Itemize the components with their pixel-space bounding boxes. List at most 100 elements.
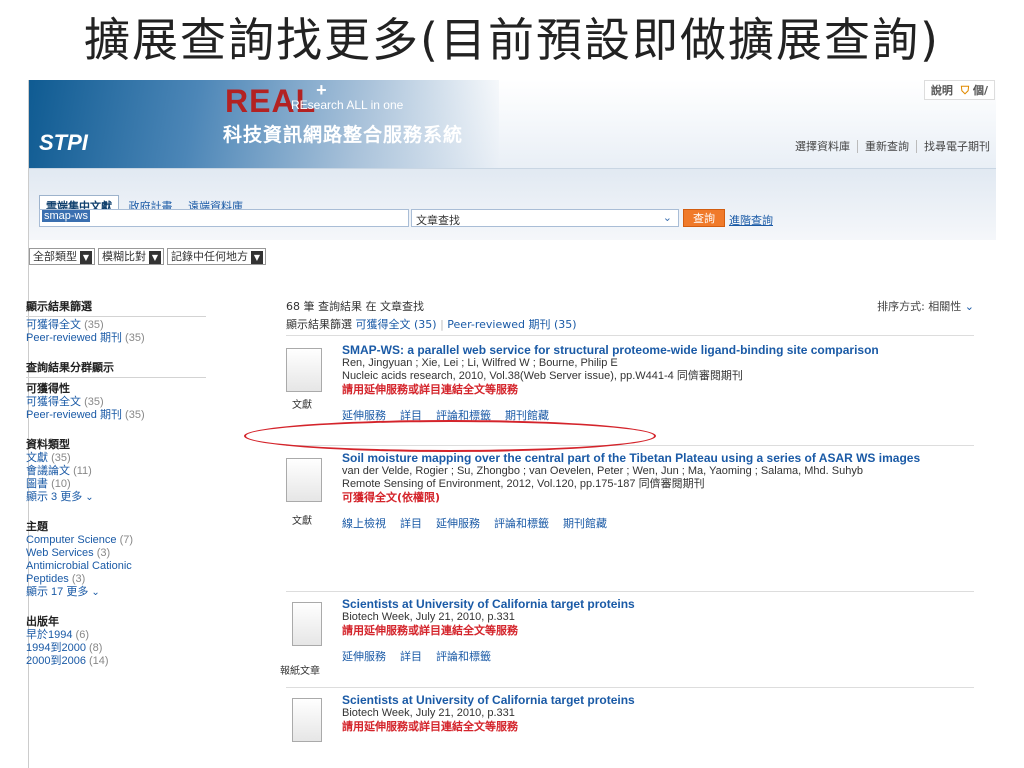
- facet-count: (8): [89, 642, 103, 654]
- facet-count: (3): [96, 547, 111, 559]
- filter-chip-peer[interactable]: Peer-reviewed 期刊 (35): [447, 318, 576, 331]
- facet-year-2[interactable]: 1994到2000 (8): [26, 642, 226, 655]
- search-input-value: smap-ws: [42, 210, 91, 222]
- facet-label: 早於1994: [26, 629, 73, 641]
- facet-sidebar: 顯示結果篩選 可獲得全文 (35) Peer-reviewed 期刊 (35) …: [26, 298, 226, 668]
- search-scope-select[interactable]: 文章查找 ⌄: [411, 209, 679, 227]
- separator: |: [440, 318, 444, 331]
- facet-year-1[interactable]: 早於1994 (6): [26, 629, 226, 642]
- find-ejournal-link[interactable]: 找尋電子期刊: [916, 140, 996, 153]
- chevron-down-icon: ⌄: [662, 211, 672, 224]
- result-type: 文獻: [292, 516, 312, 527]
- top-links: 選擇資料庫 重新查詢 找尋電子期刊: [788, 138, 996, 154]
- advanced-search-link[interactable]: 進階查詢: [729, 212, 773, 228]
- facet-type-literature[interactable]: 文獻 (35): [26, 452, 226, 465]
- fulltext-note[interactable]: 請用延伸服務或詳目連結全文等服務: [342, 624, 972, 638]
- result-body: Soil moisture mapping over the central p…: [342, 452, 972, 531]
- result-authors: van der Velde, Rogier ; Su, Zhongbo ; va…: [342, 465, 863, 477]
- match-filter-value: 模糊比對: [102, 250, 146, 263]
- new-search-link[interactable]: 重新查詢: [857, 140, 916, 153]
- result-body: Scientists at University of California t…: [342, 694, 972, 734]
- result-title[interactable]: Soil moisture mapping over the central p…: [342, 452, 972, 465]
- facet-availability-peer[interactable]: Peer-reviewed 期刊 (35): [26, 409, 226, 422]
- cart-icon[interactable]: ⛉: [961, 84, 969, 97]
- facet-peer-reviewed[interactable]: Peer-reviewed 期刊 (35): [26, 332, 226, 345]
- facet-topic-ws[interactable]: Web Services (3): [26, 547, 226, 560]
- filter-row: 全部類型 ▼ 模糊比對 ▼ 記錄中任何地方 ▼: [29, 248, 996, 270]
- search-bar: 雲端集中文獻 政府計畫 遠端資料庫 smap-ws 文章查找 ⌄ 查詢 進階查詢: [29, 168, 996, 240]
- action-details[interactable]: 詳目: [400, 517, 422, 530]
- facet-year-3[interactable]: 2000到2006 (14): [26, 655, 226, 668]
- top-tools: 說明 ⛉ 個/: [923, 80, 995, 100]
- search-scope-value: 文章查找: [416, 214, 460, 227]
- active-filters: 顯示結果篩選 可獲得全文 (35) | Peer-reviewed 期刊 (35…: [286, 316, 974, 336]
- result-title[interactable]: Scientists at University of California t…: [342, 694, 972, 707]
- newspaper-icon: [292, 602, 322, 646]
- facet-count: (35): [125, 332, 145, 344]
- facet-type-book[interactable]: 圖書 (10): [26, 478, 226, 491]
- result-source: Biotech Week, July 21, 2010, p.331: [342, 611, 515, 623]
- facet-label: 1994到2000: [26, 642, 86, 654]
- facet-count: (10): [51, 478, 71, 490]
- result-source: Remote Sensing of Environment, 2012, Vol…: [342, 478, 705, 490]
- facet-topic-title: 主題: [26, 520, 48, 533]
- facet-group-title: 查詢結果分群顯示: [26, 359, 206, 378]
- fulltext-note[interactable]: 請用延伸服務或詳目連結全文等服務: [342, 383, 972, 397]
- search-button[interactable]: 查詢: [683, 209, 725, 227]
- result-authors: Ren, Jingyuan ; Xie, Lei ; Li, Wilfred W…: [342, 357, 618, 369]
- facet-topic-peptides[interactable]: Antimicrobial Cationic Peptides (3): [26, 560, 176, 586]
- fulltext-note[interactable]: 可獲得全文(依權限): [342, 491, 972, 505]
- cart-link[interactable]: 個/: [973, 84, 988, 97]
- action-holdings[interactable]: 期刊館藏: [563, 517, 607, 530]
- facet-availability-title: 可獲得性: [26, 382, 70, 395]
- filter-chip-fulltext[interactable]: 可獲得全文 (35): [356, 318, 437, 331]
- action-reviews-tags[interactable]: 評論和標籤: [494, 517, 549, 530]
- fulltext-note[interactable]: 請用延伸服務或詳目連結全文等服務: [342, 720, 972, 734]
- result-actions: 延伸服務 詳目 評論和標籤: [342, 648, 972, 664]
- facet-count: (14): [89, 655, 109, 667]
- facet-label: 2000到2006: [26, 655, 86, 667]
- facet-topic-more[interactable]: 顯示 17 更多 ⌄: [26, 586, 226, 599]
- result-body: SMAP-WS: a parallel web service for stru…: [342, 344, 972, 423]
- slide-title: 擴展查詢找更多(目前預設即做擴展查詢): [84, 13, 940, 67]
- action-extended-service[interactable]: 延伸服務: [436, 517, 480, 530]
- facet-count: (6): [75, 629, 89, 641]
- result-title[interactable]: SMAP-WS: a parallel web service for stru…: [342, 344, 972, 357]
- result-actions: 線上檢視 詳目 延伸服務 評論和標籤 期刊館藏: [342, 515, 972, 531]
- sort-select[interactable]: 排序方式: 相關性 ⌄: [877, 298, 974, 314]
- facet-label: 可獲得全文: [26, 319, 81, 331]
- newspaper-icon: [292, 698, 322, 742]
- dropdown-arrow-icon: ▼: [80, 250, 92, 264]
- facet-label: 圖書: [26, 478, 48, 490]
- facet-label: 文獻: [26, 452, 48, 464]
- search-input[interactable]: smap-ws: [39, 209, 409, 227]
- action-extended-service[interactable]: 延伸服務: [342, 650, 386, 663]
- select-database-link[interactable]: 選擇資料庫: [788, 140, 857, 153]
- help-link[interactable]: 說明: [931, 84, 953, 97]
- facet-fulltext[interactable]: 可獲得全文 (35): [26, 319, 226, 332]
- result-source: Nucleic acids research, 2010, Vol.38(Web…: [342, 370, 743, 382]
- chevron-down-icon: ⌄: [91, 587, 100, 598]
- facet-count: (35): [51, 452, 71, 464]
- facet-topic-cs[interactable]: Computer Science (7): [26, 534, 226, 547]
- results-panel: 68 筆 查詢結果 在 文章查找 排序方式: 相關性 ⌄ 顯示結果篩選 可獲得全…: [280, 298, 974, 748]
- system-name: 科技資訊網路整合服務系統: [223, 124, 464, 146]
- results-count: 68 筆 查詢結果 在 文章查找: [286, 300, 424, 313]
- facet-availability-fulltext[interactable]: 可獲得全文 (35): [26, 396, 226, 409]
- facet-count: (7): [119, 534, 134, 546]
- facet-type-conference[interactable]: 會議論文 (11): [26, 465, 226, 478]
- result-title[interactable]: Scientists at University of California t…: [342, 598, 972, 611]
- facet-type-more[interactable]: 顯示 3 更多 ⌄: [26, 491, 226, 504]
- dropdown-arrow-icon: ▼: [251, 250, 263, 264]
- result-item: 文獻 Soil moisture mapping over the centra…: [286, 446, 974, 592]
- stpi-logo: STPI: [39, 130, 88, 155]
- more-label: 顯示 17 更多: [26, 586, 89, 598]
- match-filter-select[interactable]: 模糊比對 ▼: [98, 248, 164, 265]
- type-filter-select[interactable]: 全部類型 ▼: [29, 248, 95, 265]
- action-reviews-tags[interactable]: 評論和標籤: [436, 650, 491, 663]
- action-online-view[interactable]: 線上檢視: [342, 517, 386, 530]
- facet-label: Peer-reviewed 期刊: [26, 409, 122, 421]
- field-filter-select[interactable]: 記錄中任何地方 ▼: [167, 248, 266, 265]
- action-details[interactable]: 詳目: [400, 650, 422, 663]
- result-item: Scientists at University of California t…: [286, 688, 974, 748]
